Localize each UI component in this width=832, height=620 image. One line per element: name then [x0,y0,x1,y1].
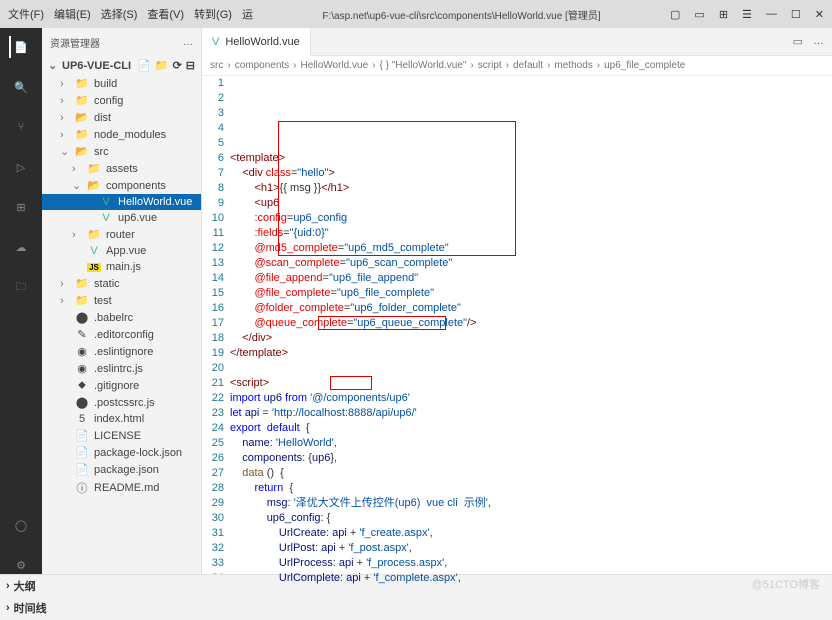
minimize-icon[interactable]: — [766,8,777,21]
editor-pane: V HelloWorld.vue ▭ … src›components›Hell… [202,28,832,588]
window-controls: ▢ ▭ ⊞ ☰ — ☐ ✕ [670,8,824,21]
tree-item[interactable]: 📄LICENSE [42,427,201,444]
titlebar: 文件(F) 编辑(E) 选择(S) 查看(V) 转到(G) 运 F:\asp.n… [0,0,832,28]
layout-icon[interactable]: ▢ [670,8,680,21]
tree-item[interactable]: VApp.vue [42,243,201,259]
tree-item[interactable]: ›📁test [42,292,201,309]
menu-run[interactable]: 运 [242,6,253,22]
window-title: F:\asp.net\up6-vue-cli\src\components\He… [265,7,658,22]
menu-view[interactable]: 查看(V) [147,6,184,22]
tree-item[interactable]: 📄package.json [42,461,201,478]
tree-item[interactable]: ⬤.babelrc [42,309,201,326]
menu-select[interactable]: 选择(S) [101,6,138,22]
more-icon[interactable]: … [813,35,824,48]
close-icon[interactable]: ✕ [815,8,824,21]
menu-file[interactable]: 文件(F) [8,6,44,22]
file-tree: ⌄UP6-VUE-CLI 📄 📁 ⟳ ⊟ ›📁build›📁config›📂di… [42,56,201,588]
new-file-icon[interactable]: 📄 [137,59,151,72]
tree-item[interactable]: VHelloWorld.vue [42,194,201,210]
tree-item[interactable]: ⓘREADME.md [42,478,201,498]
activity-bar: 📄 🔍 ⑂ ▷ ⊞ ☁ 🗀 ◯ ⚙ [0,28,42,588]
tree-item[interactable]: ›📁node_modules [42,126,201,143]
timeline-section[interactable]: ›时间线 [0,597,832,619]
docker-icon[interactable]: 🗀 [10,276,32,298]
tree-item[interactable]: JSmain.js [42,259,201,275]
tree-item[interactable]: ⌄📂src [42,143,201,160]
tree-item[interactable]: ✎.editorconfig [42,326,201,343]
layout-icon[interactable]: ⊞ [719,8,728,21]
vue-icon: V [212,36,219,48]
layout-icon[interactable]: ☰ [742,8,752,21]
tree-item[interactable]: Vup6.vue [42,210,201,226]
tree-item[interactable]: ›📁router [42,226,201,243]
tab-helloworld[interactable]: V HelloWorld.vue [202,28,311,56]
menu-edit[interactable]: 编辑(E) [54,6,91,22]
layout-icon[interactable]: ▭ [694,8,704,21]
sidebar-title: 资源管理器 [50,35,100,50]
project-root[interactable]: ⌄UP6-VUE-CLI 📄 📁 ⟳ ⊟ [42,56,201,75]
account-icon[interactable]: ◯ [10,514,32,536]
code-editor[interactable]: 1234567891011121314151617181920212223242… [202,76,832,588]
search-icon[interactable]: 🔍 [10,76,32,98]
editor-tabs: V HelloWorld.vue ▭ … [202,28,832,56]
maximize-icon[interactable]: ☐ [791,8,801,21]
refresh-icon[interactable]: ⟳ [173,59,182,72]
tree-item[interactable]: 📄package-lock.json [42,444,201,461]
settings-icon[interactable]: ⚙ [10,554,32,576]
tree-item[interactable]: ›📁static [42,275,201,292]
tree-item[interactable]: ›📂dist [42,109,201,126]
more-icon[interactable]: … [183,37,193,48]
tree-item[interactable]: ›📁build [42,75,201,92]
split-icon[interactable]: ▭ [793,35,803,48]
tree-item[interactable]: ›📁assets [42,160,201,177]
explorer-icon[interactable]: 📄 [9,36,31,58]
tree-item[interactable]: ⌄📂components [42,177,201,194]
tree-item[interactable]: 5index.html [42,411,201,427]
tab-label: HelloWorld.vue [225,36,299,48]
extensions-icon[interactable]: ⊞ [10,196,32,218]
collapse-icon[interactable]: ⊟ [186,59,195,72]
run-debug-icon[interactable]: ▷ [10,156,32,178]
tree-item[interactable]: ›📁config [42,92,201,109]
tree-item[interactable]: ◉.eslintignore [42,343,201,360]
remote-icon[interactable]: ☁ [10,236,32,258]
tree-item[interactable]: ⬤.postcssrc.js [42,394,201,411]
tree-item[interactable]: ◉.eslintrc.js [42,360,201,377]
source-control-icon[interactable]: ⑂ [10,116,32,138]
explorer-sidebar: 资源管理器 … ⌄UP6-VUE-CLI 📄 📁 ⟳ ⊟ ›📁build›📁co… [42,28,202,588]
menu-goto[interactable]: 转到(G) [194,6,232,22]
tree-item[interactable]: ⬥.gitignore [42,377,201,394]
main-menu: 文件(F) 编辑(E) 选择(S) 查看(V) 转到(G) 运 [8,6,253,22]
new-folder-icon[interactable]: 📁 [155,59,169,72]
breadcrumb[interactable]: src›components›HelloWorld.vue›{ } "Hello… [202,56,832,76]
